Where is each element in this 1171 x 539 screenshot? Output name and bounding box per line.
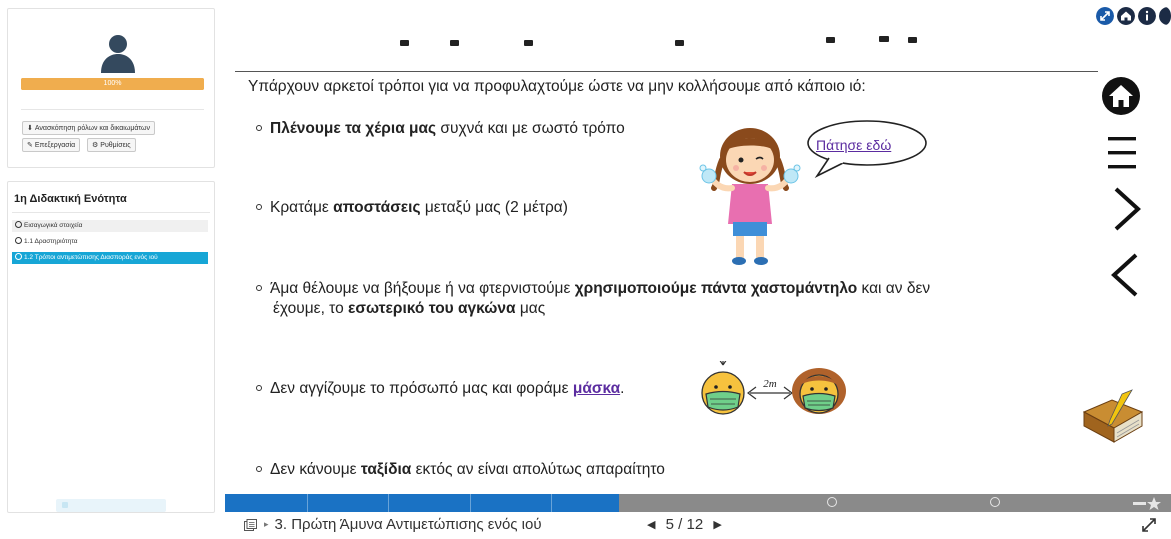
expand-icon[interactable]	[1096, 7, 1114, 25]
current-page: 5	[665, 516, 674, 533]
bullet-text: και αν δεν	[857, 280, 931, 297]
profile-panel: 100% ⬇ Ανασκόπηση ρόλων και δικαιωμάτων ✎…	[7, 8, 215, 168]
unit-item-label: 1.2 Τρόποι αντιμετώπισης Διασποράς ενός …	[24, 254, 158, 261]
bullet-text: μεταξύ μας (2 μέτρα)	[420, 199, 568, 216]
unit-item-activity[interactable]: 1.1 Δραστηριότητα	[12, 236, 208, 248]
progress-marker[interactable]	[990, 497, 1000, 507]
info-icon[interactable]	[1138, 7, 1156, 25]
fullscreen-icon[interactable]	[1141, 517, 1157, 533]
faded-button-icon	[62, 502, 68, 508]
chevron-right-icon: ▸	[264, 519, 269, 529]
bullet-text: Κρατάμε	[270, 199, 334, 216]
distance-label: 2m	[763, 378, 777, 390]
unit-item-current[interactable]: 1.2 Τρόποι αντιμετώπισης Διασποράς ενός …	[12, 252, 208, 264]
bookmark-star-icon[interactable]	[1133, 496, 1163, 510]
bullet-distance: Κρατάμε αποστάσεις μεταξύ μας (2 μέτρα)	[256, 197, 568, 218]
slide-progress-fill	[225, 494, 620, 512]
course-progress-label: 100%	[103, 80, 122, 87]
bullet-icon	[256, 125, 262, 131]
unit-title: 1η Διδακτική Ενότητα	[14, 193, 127, 205]
pencil-icon: ✎	[27, 142, 33, 149]
bullet-bold: Πλένουμε τα χέρια μας	[270, 120, 437, 137]
bullet-text: Δεν αγγίζουμε το πρόσωπό μας και φοράμε	[270, 380, 573, 397]
heading-dash	[879, 36, 889, 42]
download-icon: ⬇	[27, 125, 33, 132]
bullet-bold: ταξίδια	[360, 461, 412, 478]
roles-button[interactable]: ⬇ Ανασκόπηση ρόλων και δικαιωμάτων	[22, 121, 156, 135]
bullet-text: μας	[515, 300, 546, 317]
course-progress-bar: 100%	[21, 78, 204, 90]
bullet-icon	[256, 285, 262, 291]
slide-pager: ◀ 5 / 12 ▶	[647, 516, 722, 533]
slide-progress-bar[interactable]	[225, 494, 1171, 512]
heading-dash	[675, 40, 684, 46]
heading-dash	[524, 40, 533, 46]
home-icon[interactable]	[1117, 7, 1135, 25]
heading-dash	[908, 37, 917, 43]
notebook-icon[interactable]	[1082, 386, 1144, 444]
bullet-icon	[256, 385, 262, 391]
prev-arrow-icon[interactable]	[1110, 252, 1140, 298]
bullet-text: έχουμε, το	[273, 300, 349, 317]
unit-item-label: 1.1 Δραστηριότητα	[24, 238, 78, 245]
unit-item-label: Εισαγωγικά στοιχεία	[24, 222, 83, 229]
girl-washing-hands-illustration	[699, 128, 801, 265]
next-slide-icon[interactable]: ▶	[713, 519, 721, 531]
bullet-bold: αποστάσεις	[333, 199, 421, 216]
heading-dash	[450, 40, 459, 46]
menu-icon[interactable]	[1108, 135, 1136, 171]
check-circle-icon	[15, 237, 22, 244]
bottom-navigation: ▸ 3. Πρώτη Άμυνα Αντιμετώπισης ενός ιού ◀…	[225, 512, 1171, 539]
home-icon[interactable]	[1101, 76, 1141, 116]
previous-slide-icon[interactable]: ◀	[647, 519, 655, 531]
bullet-text: συχνά και με σωστό τρόπο	[436, 120, 625, 137]
progress-segment	[307, 494, 308, 512]
bullet-text: εκτός αν είναι απολύτως απαραίτητο	[411, 461, 665, 478]
slide-intro: Υπάρχουν αρκετοί τρόποι για να προφυλαχτ…	[248, 78, 866, 95]
unit-item-intro[interactable]: Εισαγωγικά στοιχεία	[12, 220, 208, 232]
divider	[21, 109, 204, 110]
bullet-icon	[256, 204, 262, 210]
faded-button[interactable]	[56, 499, 166, 512]
progress-segment	[551, 494, 552, 512]
avatar	[98, 31, 138, 73]
heading-dash	[400, 40, 409, 46]
bullet-mask: Δεν αγγίζουμε το πρόσωπό μας και φοράμε …	[256, 378, 624, 399]
bullet-text: Δεν κάνουμε	[270, 461, 361, 478]
bullet-icon	[256, 466, 262, 472]
bullet-bold: χρησιμοποιούμε πάντα χαστομάντηλο	[574, 280, 858, 297]
bullet-travel: Δεν κάνουμε ταξίδια εκτός αν είναι απολύ…	[256, 459, 665, 480]
chapter-title[interactable]: ▸ 3. Πρώτη Άμυνα Αντιμετώπισης ενός ιού	[264, 516, 542, 533]
check-circle-icon	[15, 253, 22, 260]
roles-button-label: Ανασκόπηση ρόλων και δικαιωμάτων	[34, 125, 151, 132]
mask-link[interactable]: μάσκα	[573, 380, 620, 397]
masked-faces-illustration: 2m	[701, 361, 846, 415]
slide-title-rule	[235, 71, 1098, 72]
progress-segment	[388, 494, 389, 512]
bullet-text: Άμα θέλουμε να βήξουμε ή να φτερνιστούμε	[270, 280, 575, 297]
settings-button-label: Ρυθμίσεις	[100, 142, 131, 149]
check-circle-icon	[15, 221, 22, 228]
unit-panel: 1η Διδακτική Ενότητα Εισαγωγικά στοιχεία…	[7, 181, 215, 513]
more-icon[interactable]	[1159, 7, 1171, 25]
page-separator: /	[678, 516, 683, 533]
heading-dash	[826, 37, 835, 43]
chapter-title-label: 3. Πρώτη Άμυνα Αντιμετώπισης ενός ιού	[274, 516, 542, 533]
bullet-sneeze: Άμα θέλουμε να βήξουμε ή να φτερνιστούμε…	[256, 278, 930, 299]
speech-bubble-link[interactable]: Πάτησε εδώ	[816, 137, 891, 153]
bullet-text: .	[620, 380, 625, 397]
settings-button[interactable]: ⚙ Ρυθμίσεις	[87, 138, 136, 152]
divider	[12, 212, 210, 213]
bullet-sneeze-line2: έχουμε, το εσωτερικό του αγκώνα μας	[273, 300, 545, 318]
edit-button-label: Επεξεργασία	[34, 142, 76, 149]
total-pages: 12	[686, 516, 704, 533]
chapters-icon[interactable]	[244, 519, 257, 531]
gear-icon: ⚙	[92, 142, 99, 149]
next-arrow-icon[interactable]	[1112, 186, 1142, 232]
bullet-bold: εσωτερικό του αγκώνα	[348, 300, 516, 317]
bullet-handwashing: Πλένουμε τα χέρια μας συχνά και με σωστό…	[256, 118, 625, 139]
progress-segment	[470, 494, 471, 512]
edit-button[interactable]: ✎ Επεξεργασία	[22, 138, 81, 152]
progress-marker[interactable]	[827, 497, 837, 507]
